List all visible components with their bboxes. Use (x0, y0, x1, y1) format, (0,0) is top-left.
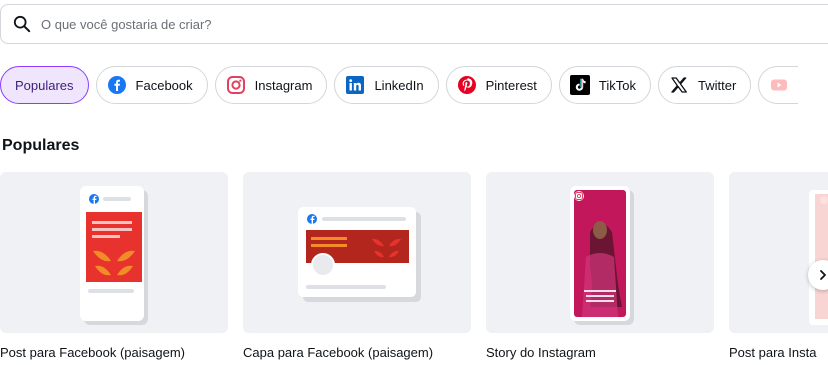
search-input[interactable]: O que você gostaria de criar? (41, 17, 212, 32)
template-card-instagram-story[interactable]: Story do Instagram (486, 172, 714, 360)
template-title: Capa para Facebook (paisagem) (243, 345, 434, 360)
template-thumbnail[interactable] (243, 172, 471, 333)
template-card-facebook-cover[interactable]: Capa para Facebook (paisagem) (243, 172, 471, 360)
x-icon (669, 75, 689, 95)
facebook-cover-illustration (298, 207, 421, 302)
search-bar[interactable]: O que você gostaria de criar? (0, 4, 828, 44)
search-icon (13, 15, 31, 33)
template-thumbnail[interactable] (729, 172, 828, 333)
chip-label: Pinterest (485, 77, 537, 93)
chip-label: Instagram (254, 77, 313, 93)
template-title: Story do Instagram (486, 345, 596, 360)
chevron-right-icon (820, 270, 826, 280)
instagram-story-illustration (570, 186, 634, 325)
chip-pinterest[interactable]: Pinterest (445, 66, 552, 104)
chip-facebook[interactable]: Facebook (95, 66, 208, 104)
pinterest-icon (457, 75, 477, 95)
chip-label: TikTok (598, 77, 636, 93)
tiktok-icon (569, 75, 590, 95)
template-title: Post para Facebook (paisagem) (0, 345, 185, 360)
template-card-facebook-post[interactable]: Post para Facebook (paisagem) (0, 172, 228, 360)
instagram-icon (226, 75, 246, 95)
chip-label: Facebook (135, 77, 193, 93)
chip-populares[interactable]: Populares (0, 66, 89, 104)
template-cards: Post para Facebook (paisagem) Capa para … (0, 172, 828, 360)
template-thumbnail[interactable] (0, 172, 228, 333)
chip-label: Twitter (698, 77, 737, 93)
category-chips: Populares Facebook Instagram LinkedIn Pi… (0, 66, 828, 104)
youtube-icon (769, 75, 789, 95)
template-title: Post para Insta (729, 345, 817, 360)
chip-linkedin[interactable]: LinkedIn (334, 66, 439, 104)
section-title: Populares (2, 137, 80, 154)
linkedin-icon (345, 75, 365, 95)
facebook-post-illustration (80, 186, 148, 325)
chip-label: LinkedIn (374, 77, 424, 93)
instagram-post-illustration (809, 190, 828, 325)
template-thumbnail[interactable] (486, 172, 714, 333)
chip-tiktok[interactable]: TikTok (558, 66, 651, 104)
chip-youtube[interactable] (758, 66, 799, 104)
chip-instagram[interactable]: Instagram (214, 66, 328, 104)
chip-label: Populares (15, 77, 74, 93)
facebook-icon (107, 75, 127, 95)
chip-twitter[interactable]: Twitter (658, 66, 752, 104)
